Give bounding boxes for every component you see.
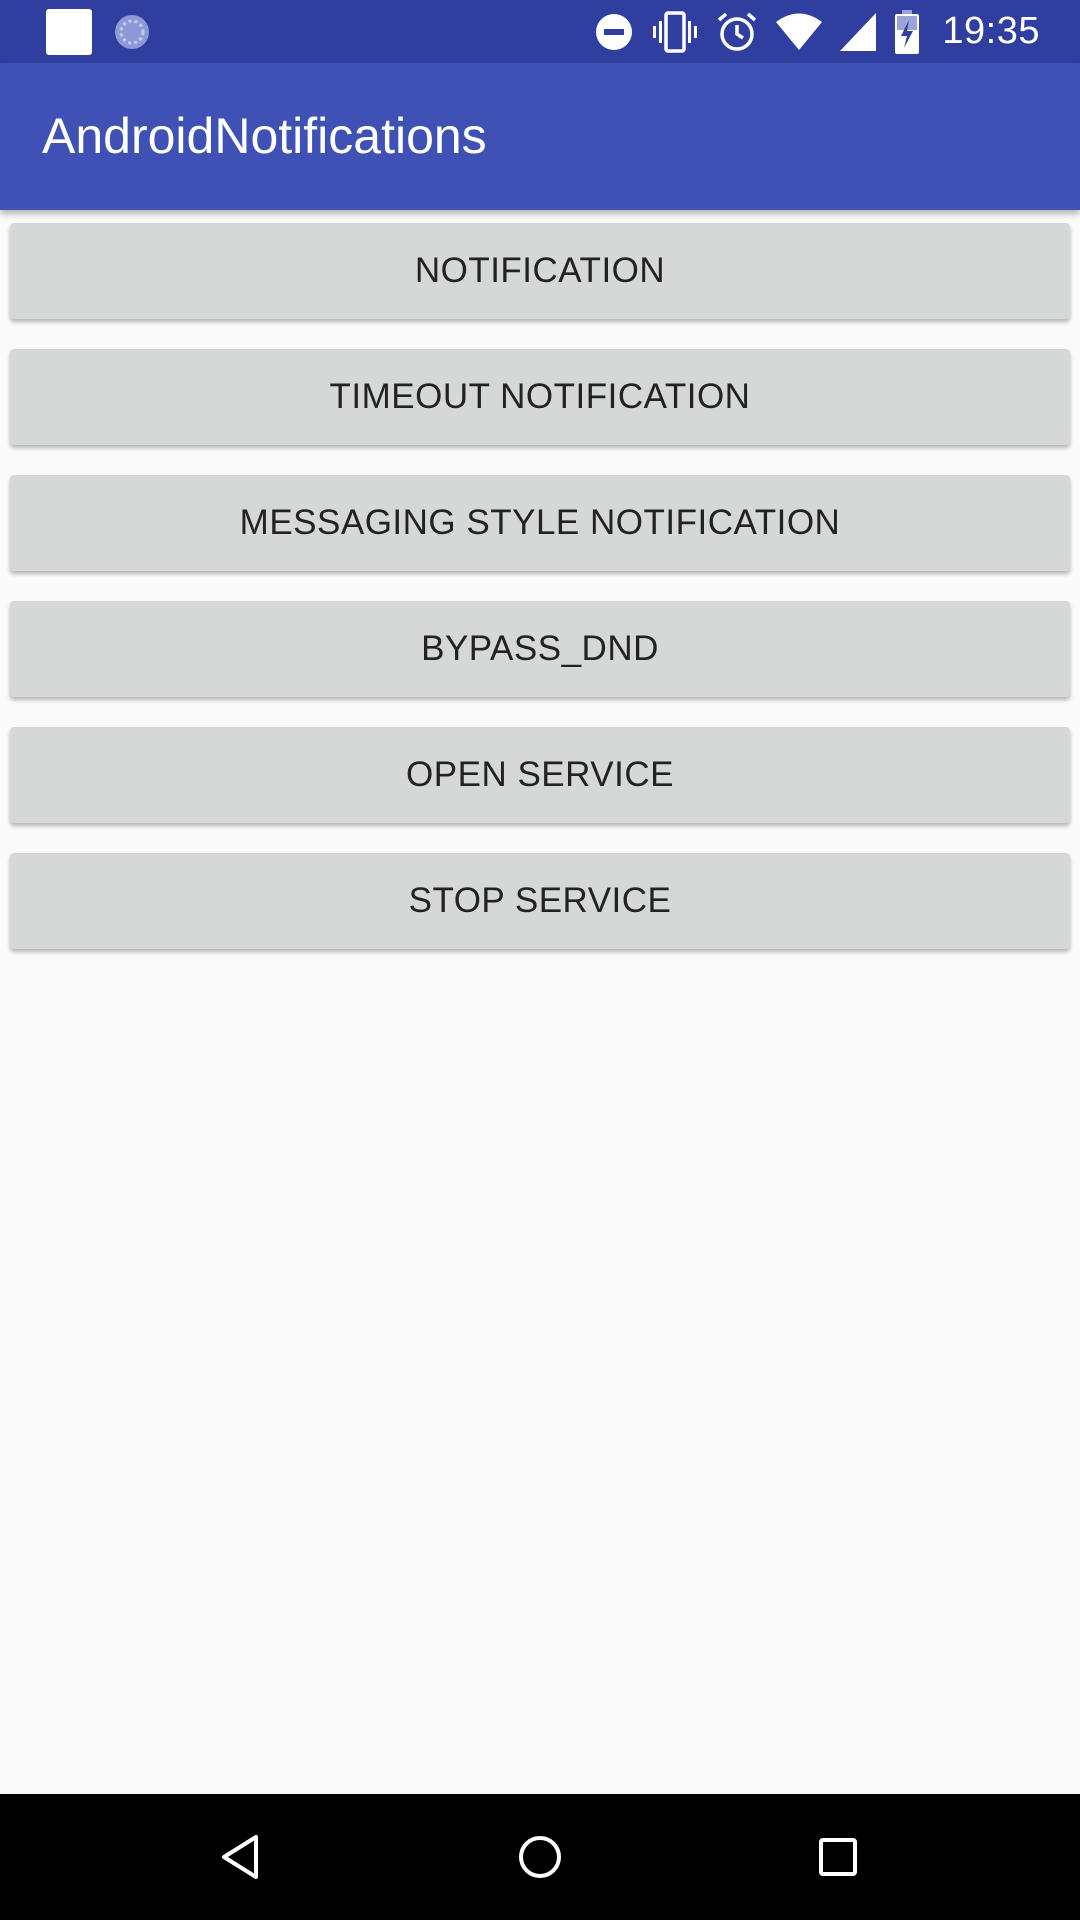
alarm-icon (716, 11, 758, 53)
open-service-button[interactable]: OPEN SERVICE (10, 727, 1070, 823)
bypass-dnd-button[interactable]: BYPASS_DND (10, 601, 1070, 697)
do-not-disturb-icon (594, 12, 634, 52)
app-title: AndroidNotifications (42, 108, 487, 164)
status-time: 19:35 (942, 10, 1040, 52)
messaging-style-notification-button[interactable]: MESSAGING STYLE NOTIFICATION (10, 475, 1070, 571)
cell-signal-icon (840, 12, 877, 51)
notification-button[interactable]: NOTIFICATION (10, 223, 1070, 319)
battery-charging-icon (894, 9, 920, 54)
back-icon[interactable] (170, 1794, 310, 1920)
sync-icon (112, 12, 152, 52)
stop-service-button[interactable]: STOP SERVICE (10, 853, 1070, 949)
app-notification-icon (46, 8, 92, 55)
timeout-notification-button[interactable]: TIMEOUT NOTIFICATION (10, 349, 1070, 445)
navigation-bar (0, 1794, 1080, 1920)
screen: 19:35 AndroidNotifications NOTIFICATION … (0, 0, 1080, 1920)
vibrate-icon (652, 10, 698, 53)
status-bar: 19:35 (0, 0, 1080, 63)
home-icon[interactable] (470, 1794, 610, 1920)
app-bar: AndroidNotifications (0, 63, 1080, 210)
recents-icon[interactable] (768, 1794, 908, 1920)
wifi-icon (776, 13, 823, 51)
